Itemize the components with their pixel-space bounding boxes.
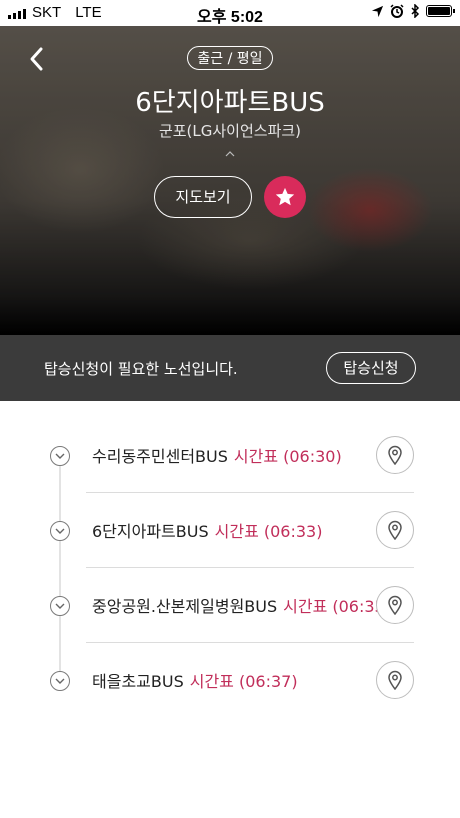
favorite-button[interactable]	[264, 176, 306, 218]
location-arrow-icon	[371, 5, 384, 17]
notice-text: 탑승신청이 필요한 노선입니다.	[44, 360, 238, 378]
map-view-button[interactable]: 지도보기	[154, 176, 252, 218]
stop-location-button[interactable]	[376, 511, 414, 549]
stop-name: 태을초교BUS	[92, 672, 184, 691]
map-pin-icon	[388, 520, 402, 540]
stop-toggle-button[interactable]	[50, 521, 70, 541]
stop-name: 6단지아파트BUS	[92, 522, 209, 541]
alarm-icon	[390, 4, 404, 18]
notice-bar: 탑승신청이 필요한 노선입니다. 탑승신청	[0, 335, 460, 401]
stop-name: 수리동주민센터BUS	[92, 447, 228, 466]
bluetooth-icon	[411, 4, 420, 18]
stop-toggle-button[interactable]	[50, 446, 70, 466]
timetable-link[interactable]: 시간표 (06:35)	[283, 597, 391, 616]
stop-item: 태을초교BUS 시간표 (06:37)	[0, 642, 460, 717]
map-pin-icon	[388, 445, 402, 465]
chevron-down-icon	[55, 528, 65, 534]
chevron-left-icon	[30, 47, 43, 71]
timetable-link[interactable]: 시간표 (06:30)	[234, 447, 342, 466]
stop-toggle-button[interactable]	[50, 596, 70, 616]
timetable-link[interactable]: 시간표 (06:33)	[215, 522, 323, 541]
chevron-down-icon	[55, 603, 65, 609]
route-title: 6단지아파트BUS	[135, 88, 325, 118]
map-pin-icon	[388, 670, 402, 690]
status-bar: SKT LTE 오후 5:02	[0, 0, 460, 26]
star-icon	[275, 187, 295, 206]
stop-name: 중앙공원.산본제일병원BUS	[92, 597, 278, 616]
timetable-link[interactable]: 시간표 (06:37)	[190, 672, 298, 691]
back-button[interactable]	[22, 44, 52, 74]
stop-location-button[interactable]	[376, 436, 414, 474]
chevron-down-icon	[55, 678, 65, 684]
route-subtitle: 군포(LG사이언스파크)	[158, 122, 302, 140]
stop-toggle-button[interactable]	[50, 671, 70, 691]
battery-icon	[426, 5, 455, 17]
stop-item: 6단지아파트BUS 시간표 (06:33)	[0, 492, 460, 567]
chevron-down-icon	[55, 453, 65, 459]
chevron-up-icon[interactable]	[224, 150, 236, 158]
stop-location-button[interactable]	[376, 586, 414, 624]
direction-badge: 출근 / 평일	[187, 46, 273, 70]
stop-item: 중앙공원.산본제일병원BUS 시간표 (06:35)	[0, 567, 460, 642]
stop-location-button[interactable]	[376, 661, 414, 699]
stop-item: 수리동주민센터BUS 시간표 (06:30)	[0, 417, 460, 492]
map-pin-icon	[388, 595, 402, 615]
boarding-request-button[interactable]: 탑승신청	[326, 352, 416, 384]
